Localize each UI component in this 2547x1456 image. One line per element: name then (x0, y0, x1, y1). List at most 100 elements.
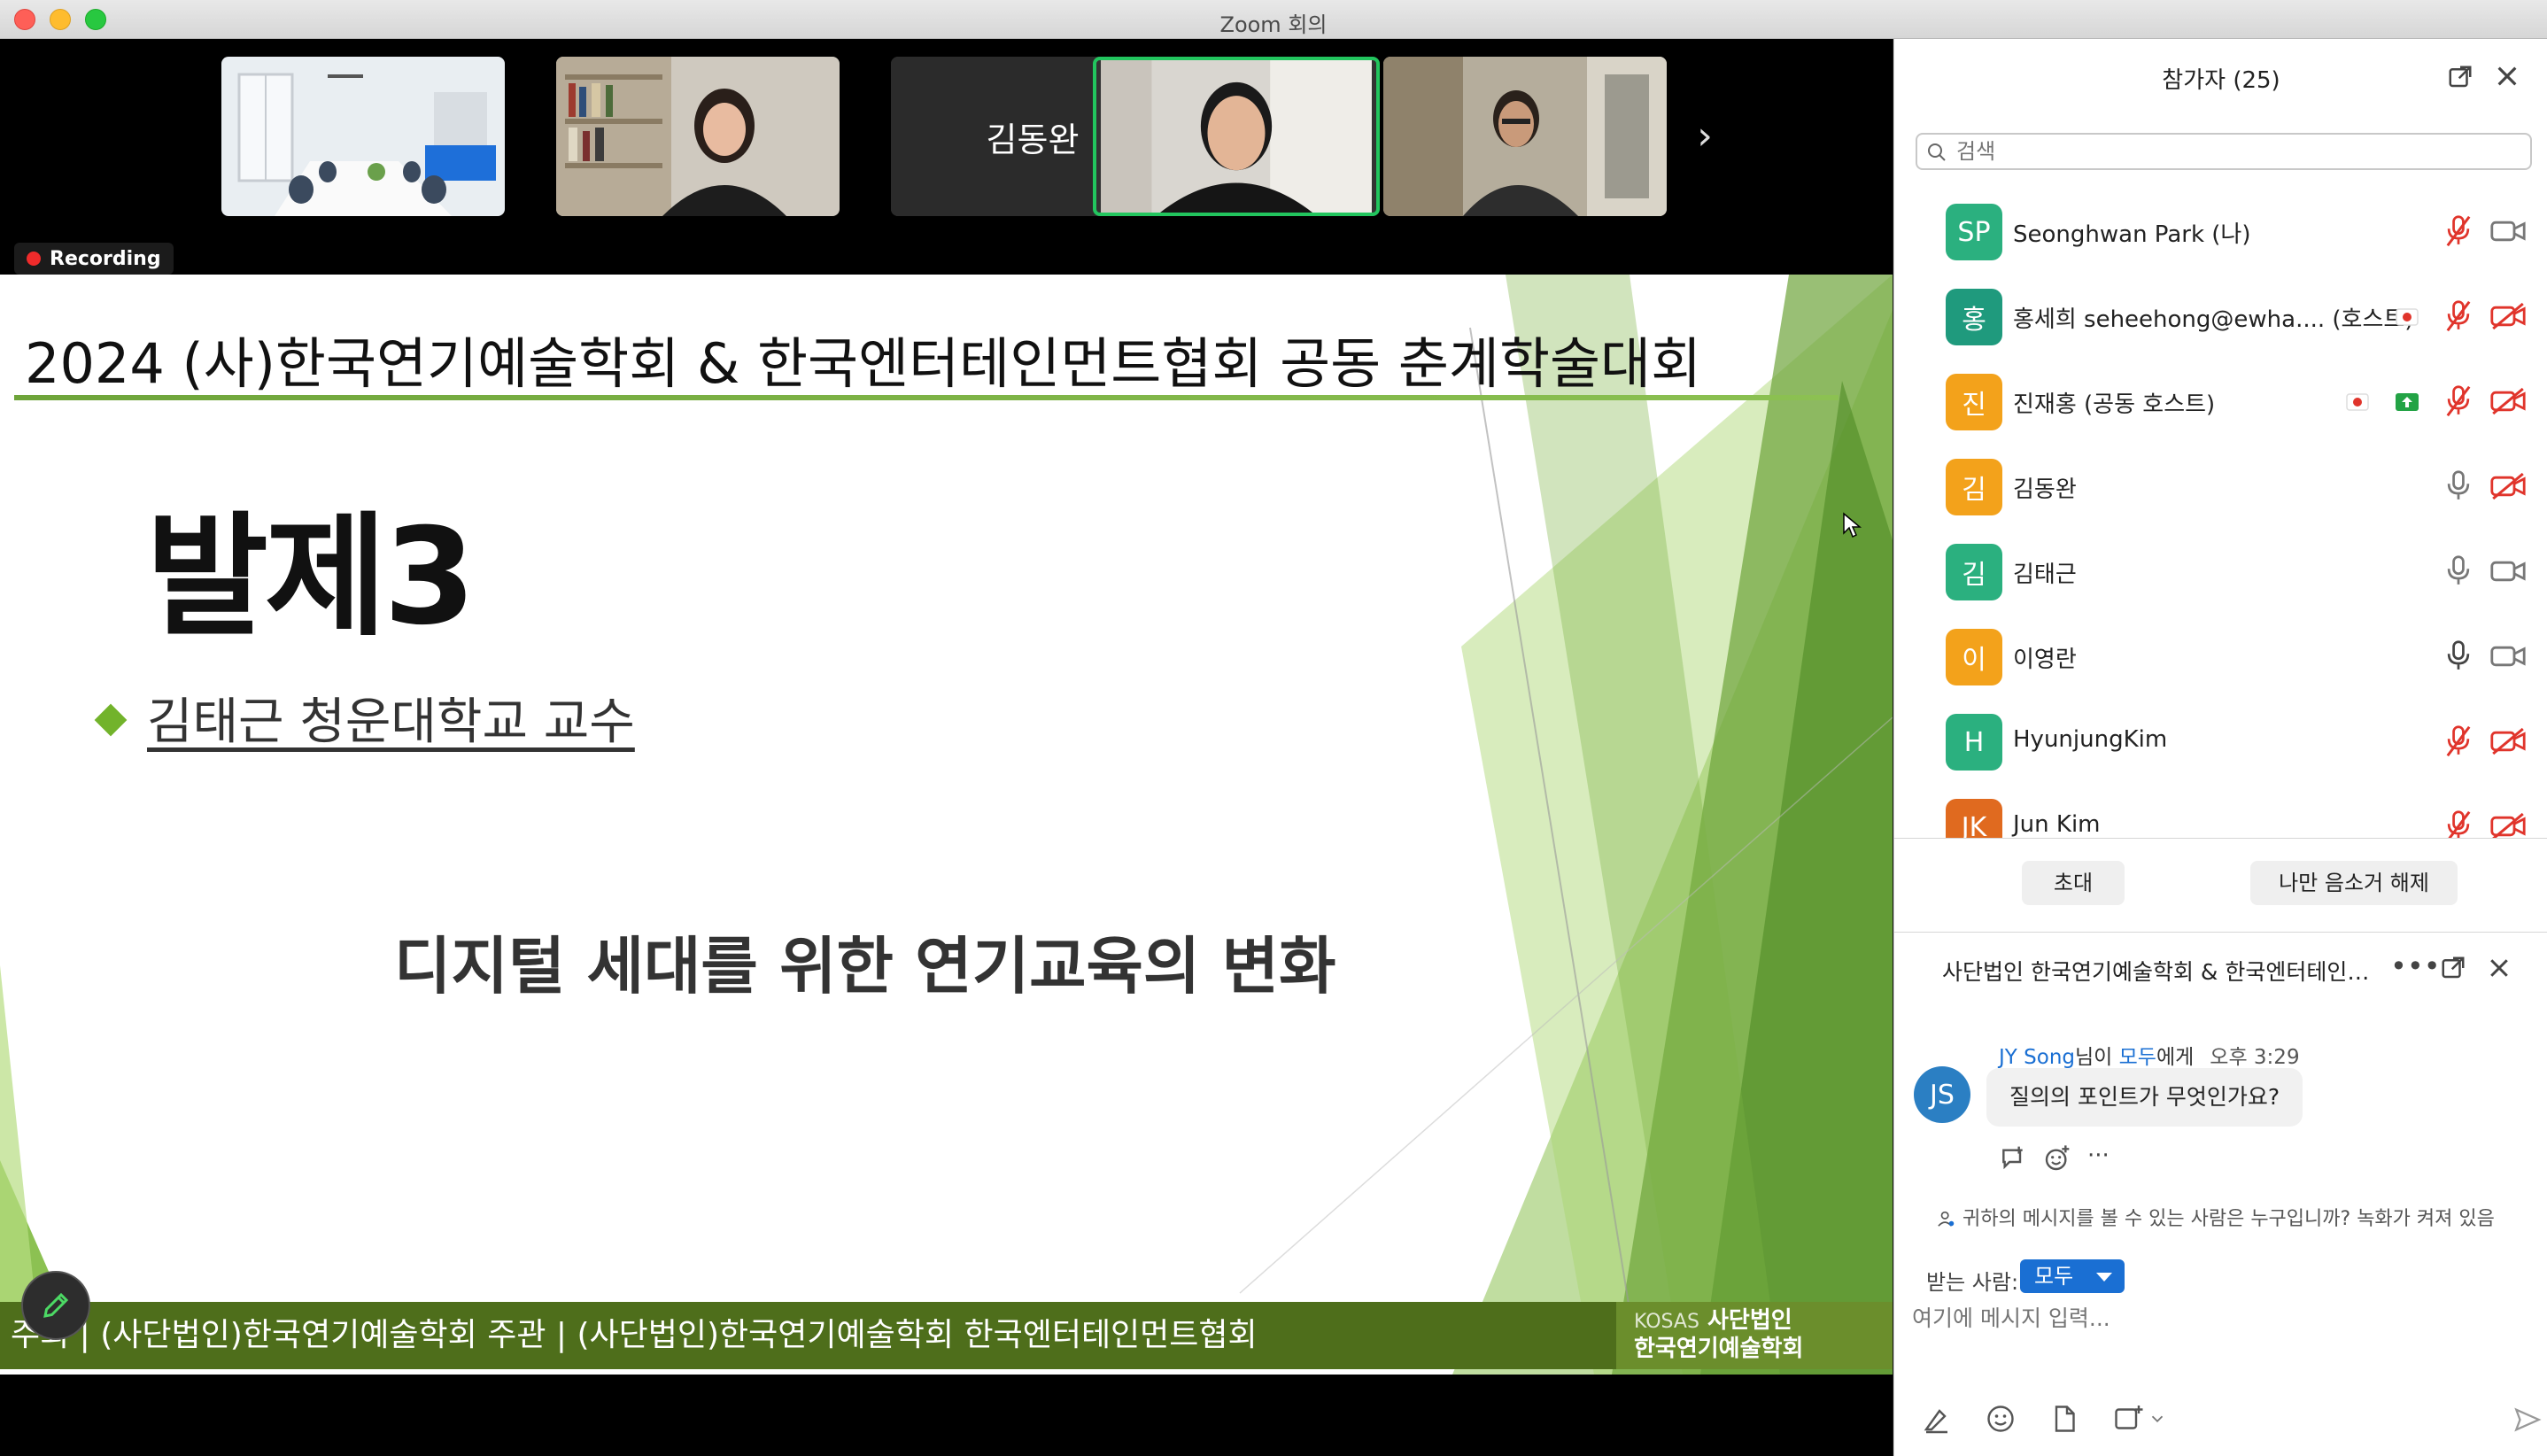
popout-icon[interactable] (2447, 64, 2473, 90)
chat-popout-icon[interactable] (2440, 955, 2466, 981)
annotate-pencil-button[interactable] (21, 1271, 90, 1340)
recording-permission-icon (2394, 305, 2420, 329)
active-speaker-video (1101, 60, 1372, 213)
participant-name: 김태근 (2013, 561, 2077, 588)
recording-permission-icon (2344, 390, 2371, 414)
participant-row[interactable]: SP Seonghwan Park (나) (1894, 190, 2547, 275)
logo-line1: 사단법인 (1707, 1307, 1792, 1334)
screenshot-dropdown-chevron-icon[interactable] (2148, 1403, 2167, 1435)
logo-small-text: KOSAS (1634, 1311, 1699, 1333)
message-more-icon[interactable]: ··· (2087, 1144, 2110, 1176)
shared-screen-slide: 2024 (사)한국연기예술학회 & 한국엔터테인먼트협회 공동 춘계학술대회 … (0, 275, 1893, 1375)
camera-off-icon[interactable] (2489, 811, 2527, 838)
screen-share-icon (2394, 390, 2420, 414)
camera-off-icon[interactable] (2489, 301, 2527, 331)
participant-name: Jun Kim (2013, 811, 2101, 838)
avatar: JK (1946, 799, 2002, 838)
avatar: 김 (1946, 544, 2002, 600)
side-panel: 참가자 (25) SP Seonghwan Park (나) 홍 홍세희 seheeh… (1893, 39, 2547, 1456)
avatar: SP (1946, 204, 2002, 260)
participant-row[interactable]: 진 진재홍 (공동 호스트) (1894, 360, 2547, 445)
recording-dot-icon (27, 252, 41, 266)
video-tile-meeting-room[interactable] (221, 57, 505, 216)
mouse-cursor-icon (1843, 512, 1862, 538)
emoji-icon[interactable] (1985, 1403, 2017, 1435)
mic-muted-icon[interactable] (2443, 299, 2473, 333)
window-title: Zoom 회의 (1219, 12, 1328, 37)
send-icon[interactable] (2512, 1405, 2543, 1435)
woman-bookshelf-video (556, 57, 840, 216)
slide-footer: 주최 | (사단법인)한국연기예술학회 주관 | (사단법인)한국연기예술학회 … (0, 1302, 1616, 1369)
reply-icon[interactable] (1999, 1144, 2027, 1173)
message-recipient[interactable]: 모두 (2119, 1046, 2156, 1069)
recipient-label: 받는 사람: (1926, 1270, 2019, 1295)
close-icon[interactable] (2493, 62, 2521, 90)
recipient-dropdown[interactable]: 모두 (2020, 1259, 2125, 1293)
mic-muted-icon[interactable] (2443, 384, 2473, 418)
avatar: H (1946, 714, 2002, 771)
more-options-icon[interactable]: ••• (2390, 949, 2441, 983)
participant-row[interactable]: 김 김동완 (1894, 445, 2547, 530)
slide-subtitle: 디지털 세대를 위한 연기교육의 변화 (394, 930, 1336, 1003)
man-glasses-video (1383, 57, 1667, 216)
search-icon (1928, 143, 1946, 161)
microphone-icon[interactable] (2443, 639, 2473, 673)
chevron-down-icon (2096, 1273, 2112, 1282)
participant-name: Seonghwan Park (나) (2013, 221, 2251, 248)
unmute-me-button[interactable]: 나만 음소거 해제 (2250, 861, 2458, 905)
avatar: 이 (1946, 629, 2002, 685)
slide-speaker: 김태근 청운대학교 교수 (147, 693, 635, 751)
participant-row[interactable]: JK Jun Kim (1894, 785, 2547, 838)
message-input[interactable] (1912, 1300, 2523, 1336)
screenshot-icon[interactable] (2112, 1403, 2144, 1435)
participant-row[interactable]: 이 이영란 (1894, 615, 2547, 700)
video-tile-woman[interactable] (556, 57, 840, 216)
participant-name: 진재홍 (공동 호스트) (2013, 391, 2216, 418)
zoom-window: Zoom 회의 김동완 › Recording 2024 (사)한국연기예술학회… (0, 0, 2547, 1456)
recipient-value: 모두 (2034, 1264, 2074, 1289)
video-tile-active-speaker[interactable] (1093, 57, 1380, 216)
participant-name: 이영란 (2013, 647, 2077, 673)
video-tile-man-glasses[interactable] (1383, 57, 1667, 216)
microphone-icon[interactable] (2443, 469, 2473, 503)
participant-row[interactable]: H HyunjungKim (1894, 700, 2547, 785)
search-input[interactable] (1956, 138, 2514, 165)
mic-muted-icon[interactable] (2443, 724, 2473, 758)
participant-row[interactable]: 홍 홍세희 seheehong@ewha.... (호스트) (1894, 275, 2547, 360)
recording-label: Recording (50, 247, 161, 270)
message-bubble[interactable]: 질의의 포인트가 무엇인가요? (1986, 1068, 2303, 1127)
participant-row[interactable]: 김 김태근 (1894, 530, 2547, 615)
slide-green-decoration (0, 275, 1893, 1375)
participants-header: 참가자 (25) (1894, 39, 2547, 117)
participant-name: HyunjungKim (2013, 726, 2168, 753)
input-toolbar (1921, 1403, 2542, 1442)
message-suffix: 에게 (2156, 1046, 2195, 1069)
slide-header: 2024 (사)한국연기예술학회 & 한국엔터테인먼트협회 공동 춘계학술대회 (25, 331, 1702, 396)
title-bar: Zoom 회의 (0, 0, 2547, 39)
recording-indicator[interactable]: Recording (14, 243, 174, 275)
meeting-room-video (221, 57, 505, 216)
camera-icon[interactable] (2489, 216, 2527, 246)
invite-button[interactable]: 초대 (2022, 861, 2125, 905)
message-time: 오후 3:29 (2210, 1046, 2300, 1069)
file-icon[interactable] (2048, 1403, 2080, 1435)
chat-close-icon[interactable] (2486, 955, 2512, 981)
format-text-icon[interactable] (1921, 1403, 1953, 1435)
slide-header-underline (14, 395, 1839, 400)
camera-icon[interactable] (2489, 556, 2527, 586)
visibility-note[interactable]: 귀하의 메시지를 볼 수 있는 사람은 누구입니까? 녹화가 켜져 있음 (1937, 1203, 2495, 1231)
add-reaction-icon[interactable] (2043, 1144, 2071, 1173)
avatar: 진 (1946, 374, 2002, 430)
participant-search[interactable] (1916, 133, 2532, 170)
mic-muted-icon[interactable] (2443, 809, 2473, 838)
message-sender[interactable]: JY Song (1999, 1046, 2075, 1069)
camera-off-icon[interactable] (2489, 386, 2527, 416)
participant-list: SP Seonghwan Park (나) 홍 홍세희 seheehong@ewha.… (1894, 190, 2547, 838)
camera-off-icon[interactable] (2489, 471, 2527, 501)
microphone-icon[interactable] (2443, 554, 2473, 588)
mic-muted-icon[interactable] (2443, 214, 2473, 248)
visibility-text: 귀하의 메시지를 볼 수 있는 사람은 누구입니까? 녹화가 켜져 있음 (1963, 1208, 2495, 1230)
camera-icon[interactable] (2489, 641, 2527, 671)
camera-off-icon[interactable] (2489, 726, 2527, 756)
next-videos-chevron-icon[interactable]: › (1683, 114, 1727, 159)
